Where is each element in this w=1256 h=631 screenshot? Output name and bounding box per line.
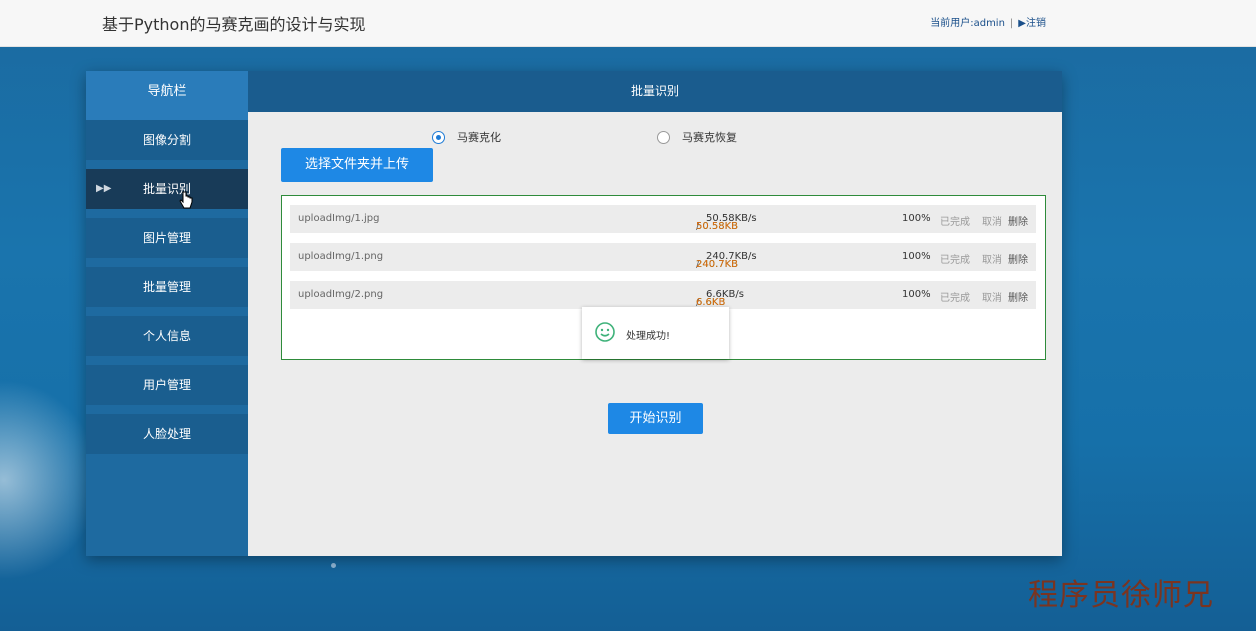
sidebar-item-face-processing[interactable]: 人脸处理 [86, 414, 248, 454]
file-row: uploadImg/2.png 6.6KB / 6.6KB 6.6KB/s 10… [290, 281, 1036, 309]
sidebar-item-label: 个人信息 [142, 329, 191, 343]
app-title: 基于Python的马赛克画的设计与实现 [102, 15, 366, 34]
sidebar-item-user-management[interactable]: 用户管理 [86, 365, 248, 405]
page-title: 批量识别 [248, 71, 1062, 112]
radio-label: 马赛克化 [457, 131, 501, 144]
upload-status: 已完成 [940, 293, 970, 304]
logout-link[interactable]: ▶注销 [1018, 18, 1046, 29]
sidebar-item-label: 人脸处理 [142, 427, 191, 441]
cancel-link[interactable]: 取消 [982, 251, 1002, 266]
upload-percent: 100% [902, 213, 931, 224]
sidebar-item-image-management[interactable]: 图片管理 [86, 218, 248, 258]
separator: | [1009, 18, 1014, 29]
sidebar-item-batch-recognition[interactable]: ▶▶ 批量识别 [86, 169, 248, 209]
upload-status: 已完成 [940, 217, 970, 228]
top-bar: 基于Python的马赛克画的设计与实现 当前用户:admin | ▶注销 [0, 0, 1256, 47]
delete-link[interactable]: 删除 [1008, 213, 1028, 228]
upload-status: 已完成 [940, 255, 970, 266]
sidebar-title: 导航栏 [86, 71, 248, 120]
sidebar-item-batch-management[interactable]: 批量管理 [86, 267, 248, 307]
sidebar-item-label: 批量管理 [142, 280, 191, 294]
delete-link[interactable]: 删除 [1008, 251, 1028, 266]
upload-percent: 100% [902, 289, 931, 300]
active-arrow-icon: ▶▶ [96, 183, 112, 194]
sidebar-item-label: 图像分割 [142, 133, 191, 147]
cancel-link[interactable]: 取消 [982, 289, 1002, 304]
radio-checked-icon [432, 130, 445, 144]
toast-message: 处理成功! [626, 331, 671, 342]
radio-label: 马赛克恢复 [682, 131, 737, 144]
background-dot [331, 563, 336, 568]
sidebar: 导航栏 图像分割 ▶▶ 批量识别 图片管理 批量管理 个人信息 用户管理 人脸处… [86, 71, 248, 556]
file-row: uploadImg/1.jpg 50.58KB / 50.58KB 50.58K… [290, 205, 1036, 233]
sidebar-item-image-segmentation[interactable]: 图像分割 [86, 120, 248, 160]
file-row: uploadImg/1.png 240.7KB / 240.7KB 240.7K… [290, 243, 1036, 271]
current-user-label: 当前用户:admin [930, 18, 1005, 29]
sidebar-item-label: 用户管理 [142, 378, 191, 392]
radio-unchecked-icon [657, 130, 670, 144]
file-name: uploadImg/1.png [298, 251, 384, 262]
delete-link[interactable]: 删除 [1008, 289, 1028, 304]
upload-speed: 6.6KB/s [706, 289, 744, 300]
user-area: 当前用户:admin | ▶注销 [930, 14, 1046, 29]
file-name: uploadImg/2.png [298, 289, 384, 300]
background-glow [0, 380, 100, 580]
file-name: uploadImg/1.jpg [298, 213, 380, 224]
upload-speed: 50.58KB/s [706, 213, 757, 224]
radio-mosaic[interactable]: 马赛克化 [432, 129, 501, 145]
sidebar-item-personal-info[interactable]: 个人信息 [86, 316, 248, 356]
main-panel: 导航栏 图像分割 ▶▶ 批量识别 图片管理 批量管理 个人信息 用户管理 人脸处… [86, 71, 1062, 556]
select-folder-upload-button[interactable]: 选择文件夹并上传 [281, 148, 433, 182]
hand-cursor-icon [179, 191, 193, 215]
watermark: 程序员徐师兄 [1028, 578, 1214, 613]
sidebar-item-label: 图片管理 [142, 231, 191, 245]
success-toast: 处理成功! [582, 307, 729, 359]
upload-percent: 100% [902, 251, 931, 262]
radio-mosaic-restore[interactable]: 马赛克恢复 [657, 129, 737, 145]
start-recognition-button[interactable]: 开始识别 [608, 403, 703, 434]
smile-icon [595, 322, 615, 342]
upload-speed: 240.7KB/s [706, 251, 757, 262]
cancel-link[interactable]: 取消 [982, 213, 1002, 228]
